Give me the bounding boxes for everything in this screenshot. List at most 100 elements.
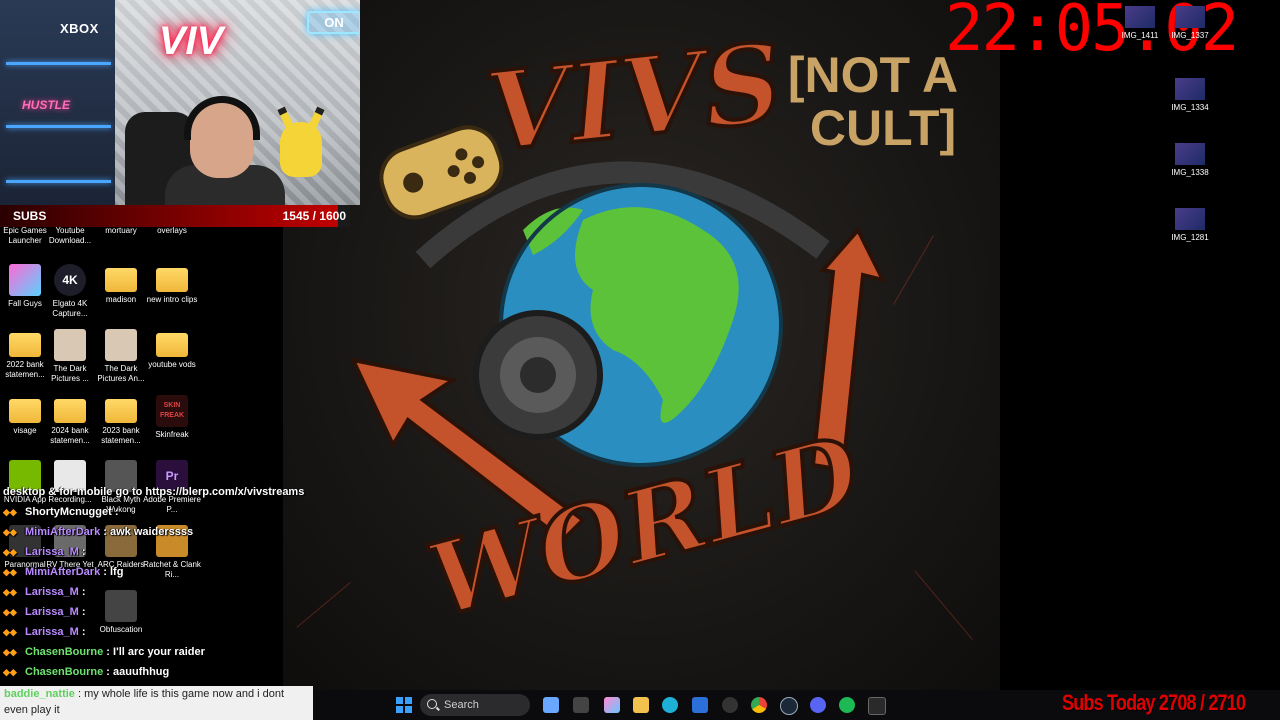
folder-icon [105, 268, 137, 292]
chat-badge-icon: ◆◆ [3, 567, 17, 577]
desktop-icon-label: overlays [157, 226, 187, 235]
folder-icon [54, 399, 86, 423]
image-thumbnail-icon [1175, 143, 1205, 165]
desktop-icon-label: IMG_1334 [1171, 103, 1209, 112]
folder-icon [9, 333, 41, 357]
tagline-line-1: [NOT A [788, 47, 958, 103]
store-icon[interactable] [692, 697, 708, 713]
folder-icon [9, 399, 41, 423]
folder-icon [105, 399, 137, 423]
on-air-sign: ON [307, 11, 360, 34]
elgato-4k-icon: 4K [54, 264, 86, 296]
desktop-icon-folder[interactable]: new intro clips [142, 264, 202, 305]
chat-badge-icon: ◆◆ [3, 667, 17, 677]
folder-icon [156, 268, 188, 292]
chat-username: ChasenBourne [25, 666, 104, 678]
desktop-icon-label: IMG_1411 [1121, 31, 1159, 40]
chat-badge-icon: ◆◆ [3, 607, 17, 617]
chrome-icon[interactable] [751, 697, 767, 713]
desktop-icon-label: IMG_1281 [1171, 233, 1209, 242]
chat-message-text: awk waiderssss [109, 526, 194, 538]
steam-icon[interactable] [780, 697, 798, 715]
desktop-image-file[interactable]: IMG_1337 [1165, 6, 1215, 40]
chat-badge-icon: ◆◆ [3, 507, 17, 517]
desktop-icon-label: youtube vods [148, 360, 196, 369]
chat-username: Larissa_M [25, 606, 79, 618]
shelf-light [6, 62, 111, 65]
chat-message: ◆◆ Larissa_M : [0, 602, 320, 622]
chat-message-text: I'll arc your raider [113, 646, 205, 658]
chat-username: Larissa_M [25, 546, 79, 558]
image-thumbnail-icon [1175, 78, 1205, 100]
edge-icon[interactable] [662, 697, 678, 713]
chat-username: baddie_nattie [4, 688, 75, 700]
subs-goal-label: SUBS [13, 209, 47, 223]
fall-guys-icon [9, 264, 41, 296]
desktop-image-file[interactable]: IMG_1334 [1165, 78, 1215, 112]
subs-today-counter: Subs Today 2708 / 2710 [1062, 690, 1246, 715]
image-thumbnail-icon [1175, 208, 1205, 230]
chat-message: ◆◆ MimiAfterDark : lfg [0, 562, 320, 582]
chat-notice-text: desktop & for mobile go to https://blerp… [3, 486, 305, 498]
chat-username: MimiAfterDark [25, 566, 101, 578]
chat-notice: desktop & for mobile go to https://blerp… [0, 482, 320, 502]
file-explorer-icon[interactable] [633, 697, 649, 713]
skinfreak-icon: SKIN FREAK [156, 395, 188, 427]
chat-last-message: baddie_nattie : my whole life is this ga… [0, 686, 313, 720]
photos-icon[interactable] [604, 697, 620, 713]
game-icon[interactable] [722, 697, 738, 713]
chat-message: ◆◆ Larissa_M : [0, 542, 320, 562]
chat-message: ◆◆ ChasenBourne : aauufhhug [0, 662, 320, 682]
chat-separator: : [78, 606, 86, 618]
search-icon [427, 699, 437, 709]
desktop-image-file[interactable]: IMG_1281 [1165, 208, 1215, 242]
chat-message: ◆◆ Larissa_M : [0, 582, 320, 602]
desktop-icon-label: Skinfreak [155, 430, 189, 439]
shelf-light [6, 125, 111, 128]
hustle-sign: HUSTLE [22, 98, 70, 112]
chat-message: ◆◆ ShortyMcnugget : [0, 502, 320, 522]
chat-message-text: lfg [109, 566, 124, 578]
desktop-icon-folder[interactable]: youtube vods [142, 329, 202, 370]
chat-separator: : [100, 566, 110, 578]
tagline-line-2: CULT] [810, 100, 956, 156]
chat-message-list: ◆◆ ShortyMcnugget : ◆◆ MimiAfterDark : awk… [0, 502, 320, 682]
folder-icon [156, 333, 188, 357]
desktop-icon-folder[interactable]: overlays [142, 226, 202, 236]
chat-separator: : [78, 586, 86, 598]
desktop-icon-skinfreak[interactable]: SKIN FREAK Skinfreak [142, 395, 202, 440]
chat-username: Larissa_M [25, 626, 79, 638]
viv-neon-sign: VIV [158, 19, 224, 63]
chat-separator: : [78, 546, 86, 558]
vivs-world-logo: VIVS WORLD [NOT A CULT] [349, 18, 958, 642]
chat-message: ◆◆ ChasenBourne : I'll arc your raider [0, 642, 320, 662]
desktop-icon-label: IMG_1338 [1171, 168, 1209, 177]
chat-separator: : [100, 526, 110, 538]
subs-goal-bar: SUBS 1545 / 1600 [0, 205, 350, 227]
pikachu-plush [280, 122, 322, 177]
chat-badge-icon: ◆◆ [3, 587, 17, 597]
xbox-sign: XBOX [60, 21, 99, 36]
start-icon[interactable] [396, 697, 412, 713]
chat-badge-icon: ◆◆ [3, 547, 17, 557]
chat-separator: : [78, 626, 86, 638]
chat-username: ChasenBourne [25, 646, 104, 658]
desktop-icon-label: IMG_1337 [1171, 31, 1209, 40]
chat-badge-icon: ◆◆ [3, 627, 17, 637]
desktop-image-file[interactable]: IMG_1338 [1165, 143, 1215, 177]
spotify-icon[interactable] [839, 697, 855, 713]
chat-badge-icon: ◆◆ [3, 647, 17, 657]
chat-message: ◆◆ Larissa_M : [0, 622, 320, 642]
chat-separator: : [103, 666, 114, 678]
task-view-icon[interactable] [573, 697, 589, 713]
chat-username: MimiAfterDark [25, 526, 101, 538]
stream-clock: 22:05:02 [945, 0, 1239, 66]
desktop-background-right [1000, 0, 1280, 690]
copilot-icon[interactable] [543, 697, 559, 713]
taskbar-search-box[interactable]: Search [420, 694, 530, 716]
headphone-cup-center [520, 357, 556, 393]
discord-icon[interactable] [810, 697, 826, 713]
desktop-image-file[interactable]: IMG_1411 [1115, 6, 1165, 40]
terminal-icon[interactable] [868, 697, 886, 715]
dark-pictures-icon [105, 329, 137, 361]
